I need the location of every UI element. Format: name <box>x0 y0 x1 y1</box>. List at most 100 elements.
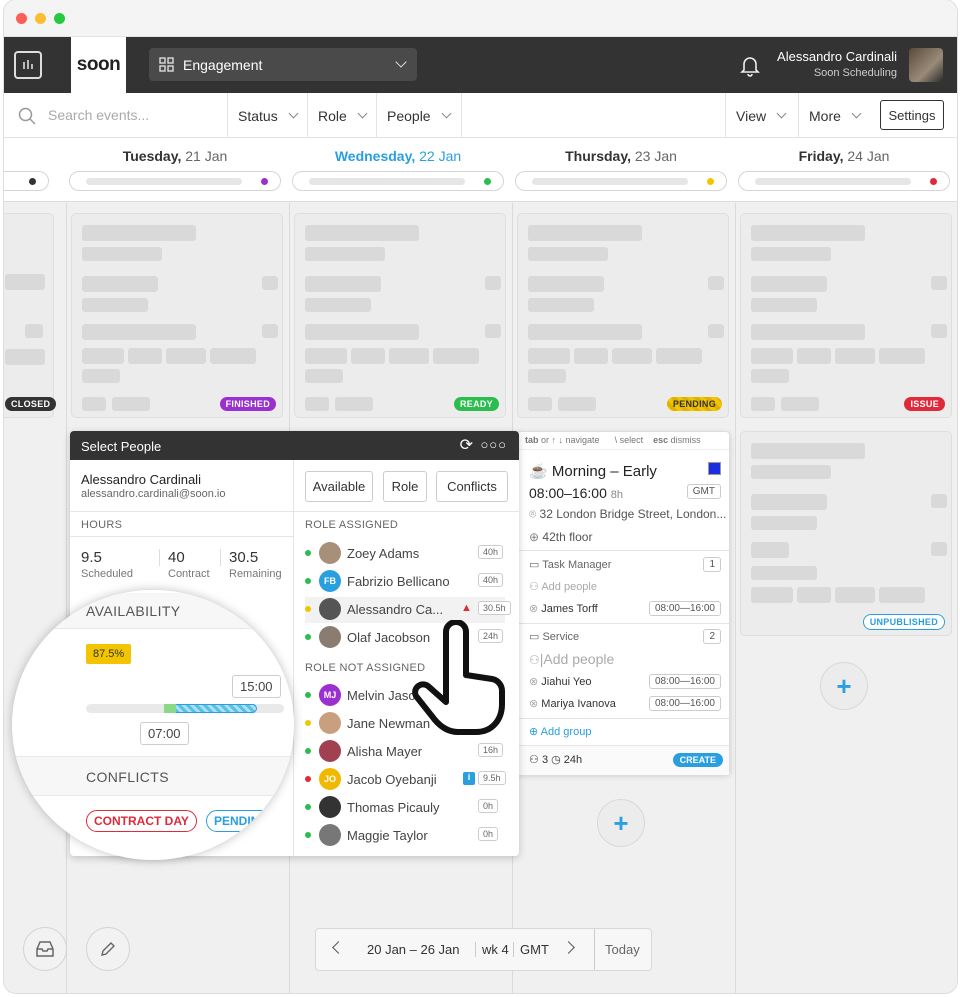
avatar <box>319 626 341 648</box>
add-people-button[interactable]: ⚇ Add people <box>529 580 597 593</box>
event-card[interactable]: CLOSED <box>4 213 57 418</box>
day-header-wednesday[interactable]: Wednesday, 22 Jan <box>289 148 507 164</box>
role-filter[interactable]: Role <box>307 93 376 138</box>
people-filter[interactable]: People <box>376 93 461 138</box>
event-card[interactable]: READY <box>294 213 506 418</box>
view-dropdown[interactable]: View <box>725 93 798 138</box>
shift-time[interactable]: 08:00—16:00 <box>648 601 721 616</box>
filter-divider <box>461 93 462 138</box>
avatar <box>319 740 341 762</box>
create-button[interactable]: CREATE <box>672 753 723 767</box>
event-color-swatch[interactable] <box>708 462 721 475</box>
group-header[interactable]: ▭ Service <box>529 630 579 643</box>
conflicts-filter-button[interactable]: Conflicts <box>436 471 508 502</box>
event-card[interactable]: PENDING <box>517 213 729 418</box>
app-logo[interactable]: soon <box>71 37 126 93</box>
person-row[interactable]: Maggie Taylor 0h <box>305 823 505 849</box>
day-summary-pill[interactable] <box>69 171 281 191</box>
avatar[interactable] <box>909 48 943 82</box>
event-address[interactable]: ⌾ 32 London Bridge Street, London... <box>529 507 726 522</box>
shift-time[interactable]: 08:00—16:00 <box>648 674 721 689</box>
workspace-label: Engagement <box>183 56 263 73</box>
refresh-icon[interactable]: ⟳ <box>460 435 473 455</box>
avatar: FB <box>319 570 341 592</box>
edit-button[interactable] <box>86 927 130 971</box>
remove-icon[interactable]: ⊗ <box>529 698 538 710</box>
availability-fill <box>166 704 257 713</box>
available-filter-button[interactable]: Available <box>305 471 373 502</box>
status-filter[interactable]: Status <box>227 93 307 138</box>
person-row[interactable]: JO Jacob Oyebanji 9.5h i <box>305 767 506 793</box>
status-badge: READY <box>453 397 499 411</box>
event-detail-card[interactable]: tab or ↑ ↓ navigate \ select esc dismiss… <box>516 431 730 775</box>
person-add-icon: ⚇ <box>529 653 540 667</box>
minimize-window-button[interactable] <box>35 13 46 24</box>
add-people-label: Add people <box>541 581 597 593</box>
shift-time[interactable]: 08:00—16:00 <box>648 696 721 711</box>
event-time[interactable]: 08:00–16:00 <box>529 485 607 501</box>
next-week-button[interactable] <box>562 941 575 954</box>
person-row[interactable]: FB Fabrizio Bellicano 40h <box>305 569 505 595</box>
people-icon: ⚇ <box>529 754 539 766</box>
conflict-badge-pending[interactable]: PENDING <box>206 810 277 832</box>
close-window-button[interactable] <box>16 13 27 24</box>
inbox-button[interactable] <box>23 927 67 971</box>
event-card[interactable]: UNPUBLISHED <box>740 431 952 636</box>
assigned-person[interactable]: ⊗ Jiahui Yeo <box>529 675 591 688</box>
day-summary-pill[interactable] <box>738 171 950 191</box>
previous-week-button[interactable] <box>332 941 345 954</box>
day-header-thursday[interactable]: Thursday, 23 Jan <box>512 148 730 164</box>
day-summary-pill[interactable] <box>4 171 49 191</box>
warning-icon: ▲ <box>461 602 472 614</box>
add-event-button[interactable]: + <box>820 662 868 710</box>
event-title[interactable]: Morning – Early <box>552 463 657 480</box>
conflict-badge-contract-day[interactable]: CONTRACT DAY <box>86 810 197 832</box>
add-group-button[interactable]: ⊕ Add group <box>529 725 591 738</box>
day-header-friday[interactable]: Friday, 24 Jan <box>735 148 953 164</box>
week-navigator: 20 Jan – 26 Jan wk 4 GMT Today <box>315 928 652 971</box>
floor-icon: ⊕ <box>529 530 540 544</box>
day-name: Tuesday, <box>122 148 182 164</box>
bell-icon[interactable] <box>740 55 760 77</box>
top-bar: soon Engagement Alessandro Cardinali Soo… <box>4 37 957 93</box>
start-time-box[interactable]: 07:00 <box>140 722 189 745</box>
search-input[interactable]: Search events... <box>48 107 149 123</box>
timezone-badge[interactable]: GMT <box>686 484 721 499</box>
profile-name: Alessandro Cardinali <box>81 472 201 487</box>
remove-icon[interactable]: ⊗ <box>529 603 538 615</box>
event-card[interactable]: ISSUE <box>740 213 952 418</box>
person-row[interactable]: Thomas Picauly 0h <box>305 795 505 821</box>
timezone[interactable]: GMT <box>513 942 549 957</box>
person-row[interactable]: Zoey Adams 40h <box>305 541 505 567</box>
end-time-box[interactable]: 15:00 <box>232 675 281 698</box>
date-range[interactable]: 20 Jan – 26 Jan <box>367 942 460 957</box>
day-summary-pill[interactable] <box>292 171 504 191</box>
settings-button[interactable]: Settings <box>880 100 944 130</box>
today-button[interactable]: Today <box>594 929 650 970</box>
event-floor[interactable]: ⊕ 42th floor <box>529 530 592 544</box>
chevron-down-icon <box>776 108 787 119</box>
group-header[interactable]: ▭ Task Manager <box>529 558 611 571</box>
group-name: Task Manager <box>542 559 612 571</box>
more-dropdown[interactable]: More <box>798 93 871 138</box>
remove-icon[interactable]: ⊗ <box>529 676 538 688</box>
status-filter-label: Status <box>238 107 278 124</box>
maximize-window-button[interactable] <box>54 13 65 24</box>
more-options-icon[interactable]: ○○○ <box>480 437 507 452</box>
workspace-dropdown[interactable]: Engagement <box>149 48 417 81</box>
day-summary-pill[interactable] <box>515 171 727 191</box>
day-header-tuesday[interactable]: Tuesday, 21 Jan <box>66 148 284 164</box>
sidebar-toggle-icon[interactable] <box>14 51 42 79</box>
availability-window <box>164 704 176 713</box>
role-filter-button[interactable]: Role <box>383 471 427 502</box>
assigned-person[interactable]: ⊗ James Torff <box>529 602 598 615</box>
app-window: soon Engagement Alessandro Cardinali Soo… <box>4 0 957 993</box>
availability-dot <box>305 776 311 782</box>
add-event-button[interactable]: + <box>597 799 645 847</box>
assigned-person[interactable]: ⊗ Mariya Ivanova <box>529 697 616 710</box>
briefcase-icon: ▭ <box>529 559 540 571</box>
add-people-input[interactable]: ⚇|Add people <box>529 651 614 667</box>
event-summary: ⚇ 3 ◷ 24h <box>529 753 582 766</box>
person-row[interactable]: Alisha Mayer 16h <box>305 739 505 765</box>
event-card[interactable]: FINISHED <box>71 213 283 418</box>
